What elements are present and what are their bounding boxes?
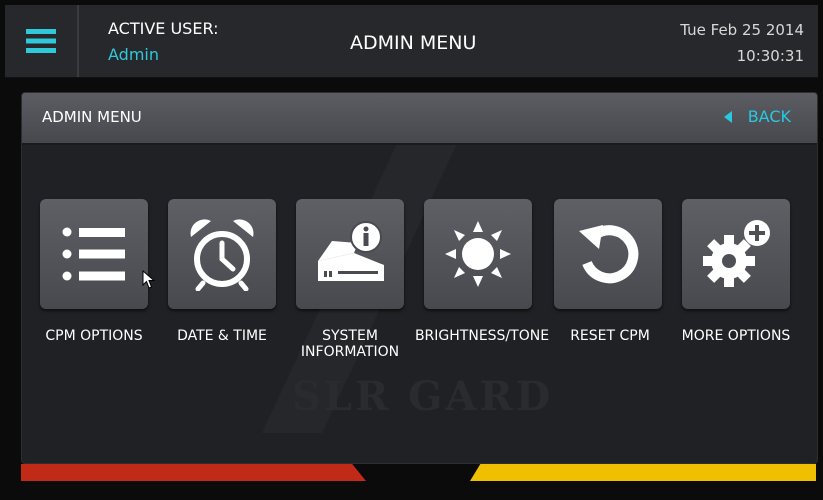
red-status-stripe — [21, 464, 366, 481]
panel-title: ADMIN MENU — [42, 108, 142, 126]
mouse-cursor-icon — [142, 270, 156, 289]
system-information-button[interactable] — [296, 199, 404, 309]
watermark: SLR GARD — [292, 373, 554, 420]
datetime: Tue Feb 25 2014 10:30:31 — [680, 17, 804, 69]
reset-cpm-button[interactable] — [554, 199, 662, 309]
system-info-icon — [318, 221, 384, 281]
cpm-options-button[interactable] — [40, 199, 148, 309]
reset-icon — [579, 225, 639, 284]
active-user-value: Admin — [108, 45, 159, 64]
list-icon — [62, 227, 125, 281]
more-options-label: MORE OPTIONS — [681, 328, 791, 344]
yellow-status-stripe — [470, 464, 816, 481]
sun-icon — [445, 221, 511, 287]
active-user-label: ACTIVE USER: — [108, 19, 219, 38]
page-title: ADMIN MENU — [350, 32, 477, 54]
back-button[interactable]: BACK — [723, 107, 791, 126]
gear-plus-icon — [703, 220, 770, 287]
hamburger-icon — [26, 29, 56, 53]
admin-menu-panel: SLR GARD ADMIN MENU BACK CPM OPTIONS DAT… — [21, 92, 818, 464]
back-arrow-icon — [723, 110, 732, 123]
date-time-button[interactable] — [168, 199, 276, 309]
time-text: 10:30:31 — [736, 47, 804, 65]
status-bar: ACTIVE USER: Admin ADMIN MENU Tue Feb 25… — [5, 5, 818, 78]
alarm-clock-icon — [190, 219, 254, 291]
panel-header: ADMIN MENU BACK — [22, 93, 817, 145]
hamburger-menu-button[interactable] — [5, 5, 79, 77]
date-text: Tue Feb 25 2014 — [680, 21, 804, 39]
brightness-tone-button[interactable] — [424, 199, 532, 309]
more-options-button[interactable] — [682, 199, 790, 309]
system-information-label: SYSTEM INFORMATION — [300, 328, 400, 360]
back-label: BACK — [747, 107, 791, 126]
